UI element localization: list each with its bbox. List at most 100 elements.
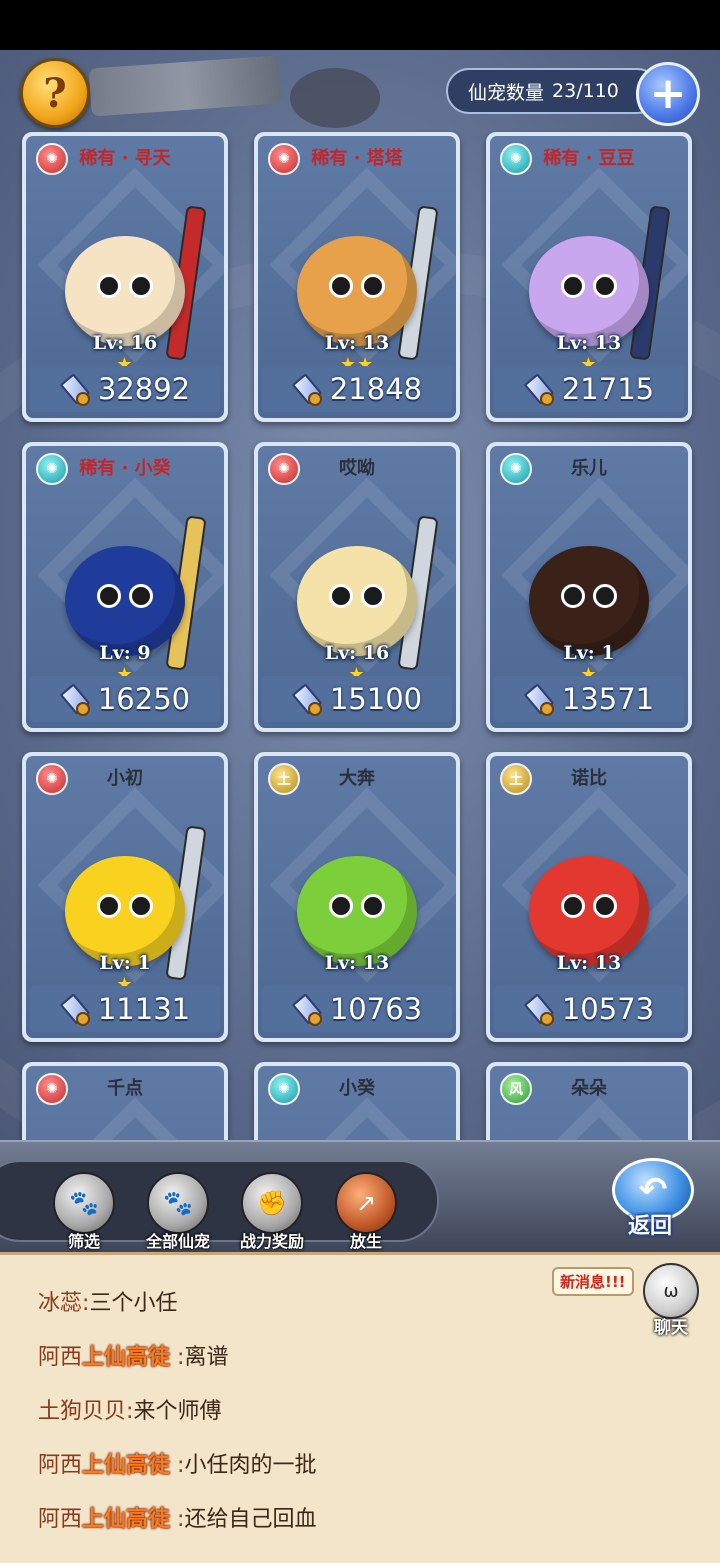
status-bar: [0, 0, 720, 50]
chat-sender[interactable]: 阿西上仙高徒 :: [38, 1507, 184, 1532]
pet-panel: ? 仙宠数量 23/110 + ✺ 稀有 · 寻天 Lv: 16 ★ 32892 ✺ 稀有 …: [0, 50, 720, 1140]
power-bar: 21848: [262, 366, 452, 412]
pet-card[interactable]: 风 朵朵: [486, 1062, 692, 1140]
question-icon: ?: [43, 69, 67, 117]
pet-card-header: ✺ 稀有 · 小癸: [26, 446, 224, 488]
pet-name: 小癸: [339, 1078, 375, 1099]
fire-element-icon: ✺: [268, 453, 300, 485]
fire-element-icon: ✺: [36, 1073, 68, 1105]
pet-power: 32892: [97, 372, 191, 406]
pet-card[interactable]: ✺ 稀有 · 塔塔 Lv: 13 ★★ 21848: [254, 132, 460, 422]
pet-eye: [361, 584, 385, 608]
pet-eye: [361, 894, 385, 918]
pet-card-body: ✺ 小癸: [258, 1066, 456, 1140]
paw-search-icon: 🐾: [53, 1172, 115, 1234]
chat-sender[interactable]: 冰蕊:: [38, 1291, 89, 1316]
pet-avatar: [529, 546, 649, 656]
pet-card-body: ✺ 小初 Lv: 1 ★ 11131: [26, 756, 224, 1038]
pet-eye: [97, 274, 121, 298]
pet-name: 千点: [107, 1078, 143, 1099]
pet-card[interactable]: ✺ 小初 Lv: 1 ★ 11131: [22, 752, 228, 1042]
top-bar: ? 仙宠数量 23/110 +: [0, 50, 720, 130]
sword-icon: [60, 374, 90, 406]
power-reward-button[interactable]: ✊ 战力奖励: [232, 1172, 312, 1252]
chat-message: 小任肉的一批: [184, 1453, 317, 1478]
pet-card[interactable]: ✺ 稀有 · 豆豆 Lv: 13 ★ 21715: [486, 132, 692, 422]
pet-card[interactable]: ✺ 稀有 · 小癸 Lv: 9 ★ 16250: [22, 442, 228, 732]
back-label: 返回: [627, 1214, 672, 1239]
pet-eye: [97, 584, 121, 608]
filter-button[interactable]: 🐾 筛选: [44, 1172, 124, 1252]
pet-card-header: 风 朵朵: [490, 1066, 688, 1108]
chat-bubble-icon: ω: [643, 1263, 699, 1319]
sword-icon: [292, 684, 322, 716]
pet-power: 16250: [97, 682, 191, 716]
power-bar: 10763: [262, 986, 452, 1032]
chat-sender[interactable]: 土狗贝贝:: [38, 1399, 133, 1424]
sender-separator: :: [170, 1507, 185, 1532]
pet-card[interactable]: ✺ 千点: [22, 1062, 228, 1140]
pet-level: Lv: 13: [324, 952, 390, 974]
pet-avatar: [65, 546, 185, 656]
pet-power: 10763: [329, 992, 423, 1026]
pet-card-body: ✺ 乐儿 Lv: 1 ★ 13571: [490, 446, 688, 728]
pet-name: 诺比: [571, 768, 607, 789]
pet-name: 稀有 · 小癸: [79, 458, 171, 479]
pet-eye: [593, 894, 617, 918]
pet-level: Lv: 16: [324, 642, 390, 664]
pet-eye: [593, 584, 617, 608]
release-icon: ↗: [335, 1172, 397, 1234]
pet-eye: [361, 274, 385, 298]
sender-name: 阿西: [38, 1453, 83, 1478]
pet-level: Lv: 1: [99, 952, 151, 974]
sword-icon: [60, 994, 90, 1026]
filter-label: 筛选: [67, 1232, 100, 1251]
chat-sender[interactable]: 阿西上仙高徒 :: [38, 1453, 184, 1478]
add-capacity-button[interactable]: +: [636, 62, 700, 126]
pet-card[interactable]: ✺ 哎呦 Lv: 16 ★ 15100: [254, 442, 460, 732]
sword-icon: [292, 374, 322, 406]
back-button[interactable]: ↶ 返回: [608, 1154, 694, 1239]
chat-message: 来个师傅: [133, 1399, 222, 1424]
all-pets-button[interactable]: 🐾 全部仙宠: [138, 1172, 218, 1252]
water-element-icon: ✺: [500, 453, 532, 485]
tire-decoration: [290, 68, 380, 128]
power-bar: 16250: [30, 676, 220, 722]
wind-element-icon: 风: [500, 1073, 532, 1105]
pet-eye: [97, 894, 121, 918]
pet-power: 21848: [329, 372, 423, 406]
sender-title: 上仙高徒: [82, 1507, 171, 1532]
pet-avatar: [297, 236, 417, 346]
fist-icon: ✊: [241, 1172, 303, 1234]
pet-name: 稀有 · 豆豆: [543, 148, 635, 169]
pet-name: 稀有 · 塔塔: [311, 148, 403, 169]
pet-card[interactable]: 土 诺比 Lv: 13 10573: [486, 752, 692, 1042]
power-bar: 32892: [30, 366, 220, 412]
pet-card[interactable]: ✺ 乐儿 Lv: 1 ★ 13571: [486, 442, 692, 732]
chat-button[interactable]: ω 聊天: [640, 1263, 702, 1338]
pet-card-header: ✺ 千点: [26, 1066, 224, 1108]
release-button[interactable]: ↗ 放生: [326, 1172, 406, 1252]
pet-card[interactable]: ✺ 小癸: [254, 1062, 460, 1140]
pet-card-header: 土 诺比: [490, 756, 688, 798]
sword-icon: [524, 374, 554, 406]
pet-name: 大奔: [339, 768, 375, 789]
earth-element-icon: 土: [268, 763, 300, 795]
chat-line: 阿西上仙高徒 :小任肉的一批: [38, 1447, 316, 1479]
chat-sender[interactable]: 阿西上仙高徒 :: [38, 1345, 184, 1370]
pet-card[interactable]: 土 大奔 Lv: 13 10763: [254, 752, 460, 1042]
pet-avatar: [297, 546, 417, 656]
fire-element-icon: ✺: [36, 143, 68, 175]
pet-card-header: 土 大奔: [258, 756, 456, 798]
help-button[interactable]: ?: [20, 58, 90, 128]
pet-card-body: ✺ 千点: [26, 1066, 224, 1140]
power-bar: 21715: [494, 366, 684, 412]
pet-level: Lv: 16: [92, 332, 158, 354]
pet-eye: [329, 894, 353, 918]
chat-line: 阿西上仙高徒 :离谱: [38, 1339, 228, 1371]
pet-card[interactable]: ✺ 稀有 · 寻天 Lv: 16 ★ 32892: [22, 132, 228, 422]
pet-avatar: [65, 236, 185, 346]
paws-icon: 🐾: [147, 1172, 209, 1234]
water-element-icon: ✺: [268, 1073, 300, 1105]
pet-card-body: ✺ 稀有 · 塔塔 Lv: 13 ★★ 21848: [258, 136, 456, 418]
